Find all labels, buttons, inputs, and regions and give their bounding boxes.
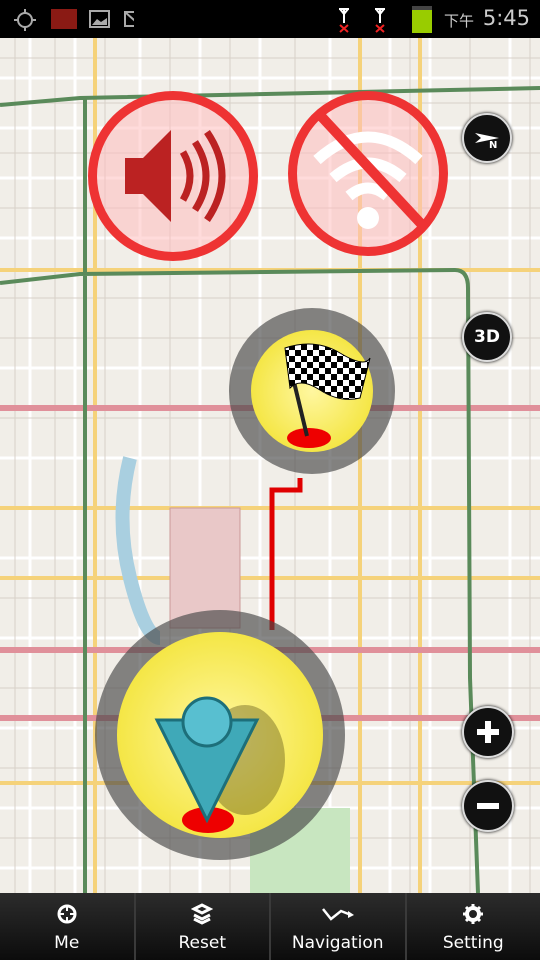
compass-icon: N [475, 133, 499, 151]
minus-icon [477, 803, 499, 809]
crosshair-icon [57, 904, 77, 924]
battery-icon [412, 6, 432, 33]
zoom-out-button[interactable] [462, 780, 514, 832]
gps-icon [14, 9, 36, 31]
status-bar: 下午 5:45 [0, 0, 540, 38]
setting-button[interactable]: Setting [407, 893, 540, 960]
no-signal-icon [375, 8, 385, 33]
3d-toggle-button[interactable]: 3D [462, 312, 512, 362]
gmail-icon [124, 11, 134, 27]
wifi-off-button[interactable] [288, 91, 448, 256]
sound-off-button[interactable] [88, 91, 258, 261]
gallery-icon [89, 10, 110, 28]
checkered-flag-icon [284, 343, 371, 448]
my-location-marker[interactable] [95, 610, 345, 860]
navigation-button[interactable]: Navigation [271, 893, 407, 960]
location-pin-icon [154, 696, 285, 833]
wifi-off-icon [313, 110, 429, 232]
bottom-toolbar: Me Reset Navigation Setting [0, 893, 540, 960]
setting-label: Setting [442, 933, 504, 953]
app-notification-icon [51, 9, 77, 29]
compass-button[interactable]: N [462, 113, 512, 163]
status-ampm: 下午 [443, 12, 474, 30]
no-signal-icons [339, 8, 385, 33]
route-icon [321, 908, 354, 921]
navigation-label: Navigation [291, 933, 384, 953]
status-icons [14, 9, 134, 31]
gear-icon [463, 904, 484, 924]
reset-icon [191, 903, 214, 925]
route-line [269, 478, 303, 630]
status-time: 5:45 [482, 6, 530, 30]
speaker-icon [125, 130, 226, 222]
zoom-in-button[interactable] [462, 706, 514, 758]
me-label: Me [54, 933, 80, 953]
svg-text:N: N [489, 140, 497, 151]
no-signal-icon [339, 8, 349, 33]
reset-label: Reset [178, 933, 227, 953]
destination-marker[interactable] [229, 308, 395, 474]
plus-icon [477, 721, 499, 743]
me-button[interactable]: Me [0, 893, 136, 960]
map-view[interactable]: N 3D [0, 38, 540, 893]
reset-button[interactable]: Reset [136, 893, 271, 960]
